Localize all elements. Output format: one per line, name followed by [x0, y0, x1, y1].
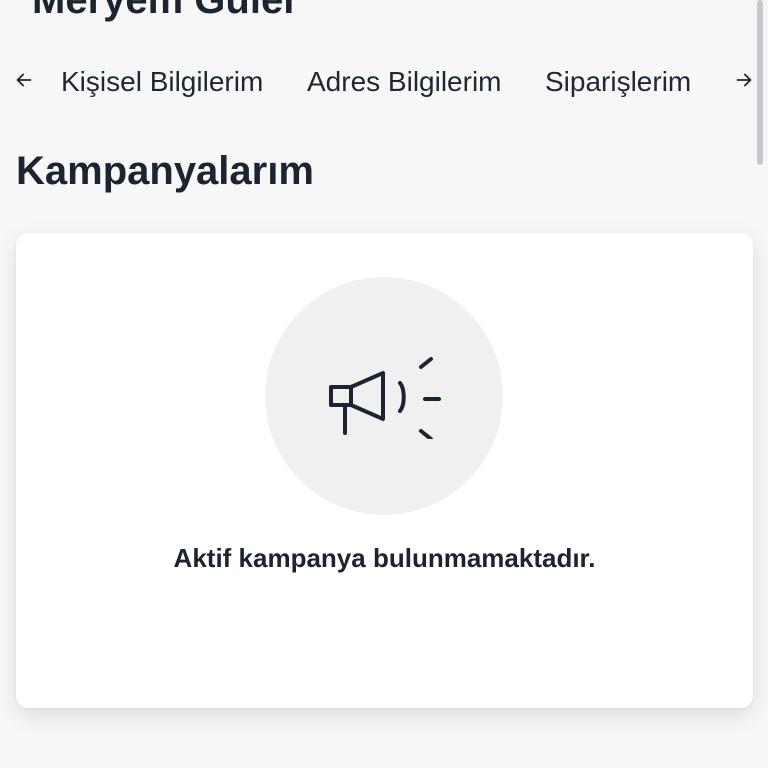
arrow-left-icon	[16, 73, 32, 87]
tabs-prev-button[interactable]	[12, 68, 36, 92]
account-page: Meryem Güler Kişisel Bilgilerim Adres Bi…	[0, 0, 768, 768]
tab-kisisel-bilgilerim[interactable]: Kişisel Bilgilerim	[61, 64, 263, 100]
arrow-right-icon	[736, 73, 752, 87]
page-title: Kampanyalarım	[16, 149, 314, 193]
empty-state-message: Aktif kampanya bulunmamaktadır.	[173, 543, 596, 573]
megaphone-icon	[329, 357, 441, 439]
account-tabs: Kişisel Bilgilerim Adres Bilgilerim Sipa…	[0, 58, 768, 106]
tab-adres-bilgilerim[interactable]: Adres Bilgilerim	[307, 64, 502, 100]
tabs-next-button[interactable]	[732, 68, 756, 92]
tab-siparislerim[interactable]: Siparişlerim	[545, 64, 691, 100]
user-name: Meryem Güler	[32, 0, 299, 22]
campaigns-card: Aktif kampanya bulunmamaktadır.	[16, 233, 753, 708]
scrollbar[interactable]	[757, 0, 763, 165]
empty-state-icon-circle	[265, 277, 503, 515]
